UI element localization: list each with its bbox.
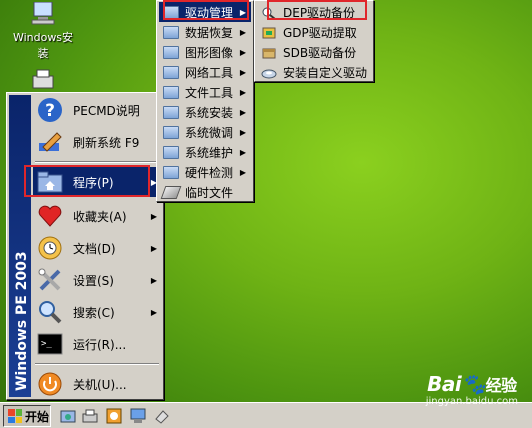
desktop-icon-windows-install[interactable]: Windows安装 (8, 1, 78, 61)
image-viewer-icon[interactable] (106, 408, 122, 424)
eraser-icon (160, 185, 182, 199)
submenu-arrow-icon: ▶ (150, 307, 157, 317)
favorites-heart-icon (35, 202, 65, 230)
folder-icon (163, 45, 179, 59)
folder-icon (163, 125, 179, 139)
folder-icon (163, 85, 179, 99)
documents-icon (35, 234, 65, 262)
programs-item-system-tweak[interactable]: 系统微调 ▶ (159, 122, 251, 142)
folder-icon (163, 105, 179, 119)
search-magnifier-icon (35, 298, 65, 326)
programs-item-system-maintenance[interactable]: 系统维护 ▶ (159, 142, 251, 162)
driver-search-icon (261, 6, 277, 20)
start-menu: Windows PE 2003 ? PECMD说明 刷新系统 F9 程序(P) … (6, 92, 164, 400)
start-button[interactable]: 开始 (3, 405, 51, 427)
computer-icon (30, 1, 56, 26)
start-item-programs[interactable]: 程序(P) ▶ (33, 167, 161, 197)
run-console-icon: >_ (35, 330, 65, 358)
start-item-settings[interactable]: 设置(S) ▶ (33, 265, 161, 295)
driver-item-sdb-backup[interactable]: SDB驱动备份 (257, 42, 371, 62)
submenu-arrow-icon: ▶ (239, 7, 246, 17)
programs-item-system-install[interactable]: 系统安装 ▶ (159, 102, 251, 122)
paw-icon: 🐾 (461, 372, 486, 396)
start-item-favorites[interactable]: 收藏夹(A) ▶ (33, 201, 161, 231)
pencil-icon (35, 128, 65, 156)
programs-folder-icon (35, 168, 65, 196)
start-item-search[interactable]: 搜索(C) ▶ (33, 297, 161, 327)
submenu-arrow-icon: ▶ (239, 167, 246, 177)
folder-icon (163, 65, 179, 79)
programs-item-hardware-detect[interactable]: 硬件检测 ▶ (159, 162, 251, 182)
start-item-pecmd-help[interactable]: ? PECMD说明 (33, 95, 161, 125)
driver-box-icon (261, 46, 277, 59)
svg-text:?: ? (45, 101, 55, 121)
svg-text:>_: >_ (41, 339, 52, 349)
eraser-icon[interactable] (154, 408, 170, 424)
submenu-arrow-icon: ▶ (239, 27, 246, 37)
programs-item-data-recovery[interactable]: 数据恢复 ▶ (159, 22, 251, 42)
driver-item-gdp-extract[interactable]: GDP驱动提取 (257, 22, 371, 42)
submenu-arrow-icon: ▶ (239, 47, 246, 57)
monitor-icon[interactable] (130, 408, 146, 424)
folder-icon (163, 25, 179, 39)
submenu-arrow-icon: ▶ (239, 127, 246, 137)
driver-chip-icon (261, 26, 277, 39)
start-item-documents[interactable]: 文档(D) ▶ (33, 233, 161, 263)
folder-icon (163, 165, 179, 179)
programs-item-temp-files[interactable]: 临时文件 (159, 182, 251, 202)
submenu-arrow-icon: ▶ (239, 67, 246, 77)
start-menu-separator (35, 363, 159, 365)
printer-icon[interactable] (82, 408, 98, 424)
programs-item-network[interactable]: 网络工具 ▶ (159, 62, 251, 82)
start-menu-sidebar: Windows PE 2003 (9, 95, 31, 397)
shutdown-icon (35, 370, 65, 398)
driver-submenu: DEP驱动备份 GDP驱动提取 SDB驱动备份 安装自定义驱动 (254, 0, 374, 82)
programs-item-driver-manager[interactable]: 驱动管理 ▶ (159, 2, 251, 22)
baidu-watermark: Bai🐾经验 jingyan.baidu.com (425, 372, 518, 407)
submenu-arrow-icon: ▶ (150, 243, 157, 253)
windows-logo-icon (8, 409, 22, 423)
start-item-shutdown[interactable]: 关机(U)... (33, 369, 161, 399)
programs-item-graphics[interactable]: 图形图像 ▶ (159, 42, 251, 62)
submenu-arrow-icon: ▶ (150, 275, 157, 285)
explorer-icon[interactable] (60, 408, 76, 424)
programs-item-file-tools[interactable]: 文件工具 ▶ (159, 82, 251, 102)
start-item-refresh[interactable]: 刷新系统 F9 (33, 127, 161, 157)
desktop-icon-label: Windows安装 (12, 31, 74, 60)
start-item-run[interactable]: >_ 运行(R)... (33, 329, 161, 359)
submenu-arrow-icon: ▶ (239, 147, 246, 157)
submenu-arrow-icon: ▶ (239, 87, 246, 97)
printer-icon (30, 68, 56, 92)
submenu-arrow-icon: ▶ (239, 107, 246, 117)
driver-disk-icon (261, 66, 277, 79)
driver-item-dep-backup[interactable]: DEP驱动备份 (257, 2, 371, 22)
driver-item-install-custom[interactable]: 安装自定义驱动 (257, 62, 371, 82)
help-icon: ? (35, 96, 65, 124)
start-menu-separator (35, 161, 159, 163)
settings-tools-icon (35, 266, 65, 294)
folder-icon (163, 5, 179, 19)
folder-icon (163, 145, 179, 159)
submenu-arrow-icon: ▶ (150, 211, 157, 221)
programs-submenu: 驱动管理 ▶ 数据恢复 ▶ 图形图像 ▶ 网络工具 ▶ 文件工具 ▶ 系统安装 ▶ 系统微调… (156, 0, 254, 202)
sidebar-brand-text: Windows PE 2003 (14, 251, 30, 391)
